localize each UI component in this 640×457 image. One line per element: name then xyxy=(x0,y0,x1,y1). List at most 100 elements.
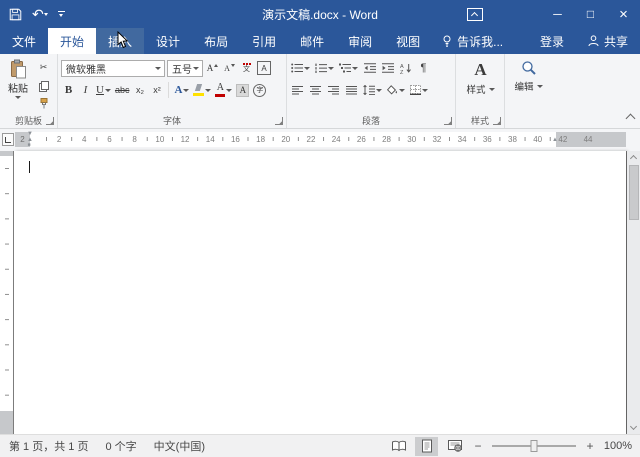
italic-button[interactable]: I xyxy=(78,83,93,98)
superscript-button[interactable]: x² xyxy=(149,83,164,98)
minimize-button[interactable]: ─ xyxy=(541,0,574,28)
styles-button[interactable]: A 样式 xyxy=(459,58,502,96)
tab-insert[interactable]: 插入 xyxy=(96,28,145,54)
horizontal-ruler[interactable]: 2 2 4 6 8 10 12 14 16 18 20 22 24 26 28 30 32 34 36 38 40 42… xyxy=(15,131,626,148)
align-right-button[interactable] xyxy=(326,83,341,98)
ruler-bar: 2 2 4 6 8 10 12 14 16 18 20 22 24 26 28 30 32 34 36 38 40 42… xyxy=(0,129,640,151)
cut-button[interactable]: ✂ xyxy=(36,60,51,75)
editing-button[interactable]: 编辑 xyxy=(508,58,549,93)
maximize-button[interactable]: □ xyxy=(574,0,607,28)
align-left-button[interactable] xyxy=(290,83,305,98)
undo-button[interactable]: ↶ xyxy=(32,4,48,24)
character-border-button[interactable]: A xyxy=(256,61,272,76)
read-mode-icon xyxy=(391,440,406,452)
copy-button[interactable] xyxy=(36,78,51,93)
chevron-down-icon xyxy=(352,66,358,70)
chevron-down-icon xyxy=(488,87,495,91)
strikethrough-button[interactable]: abc xyxy=(114,83,131,98)
multilevel-list-button[interactable] xyxy=(338,61,359,76)
scrollbar-thumb[interactable] xyxy=(629,165,639,220)
close-button[interactable]: × xyxy=(607,0,640,28)
tab-file[interactable]: 文件 xyxy=(0,28,48,54)
customize-quick-access-button[interactable] xyxy=(57,4,65,24)
zoom-out-button[interactable]: − xyxy=(471,439,485,453)
scroll-up-icon[interactable] xyxy=(629,154,638,163)
font-name-combo[interactable]: 微软雅黑 xyxy=(61,59,165,77)
shading-button[interactable] xyxy=(386,83,406,98)
enclose-characters-button[interactable]: 字 xyxy=(252,83,267,98)
read-mode-button[interactable] xyxy=(387,437,410,456)
shrink-font-button[interactable]: A xyxy=(222,61,237,76)
line-spacing-button[interactable] xyxy=(362,83,383,98)
tab-view[interactable]: 视图 xyxy=(384,28,432,54)
subscript-button[interactable]: x₂ xyxy=(132,83,147,98)
decrease-indent-button[interactable] xyxy=(362,61,377,76)
person-icon xyxy=(588,35,599,47)
borders-button[interactable] xyxy=(409,83,429,98)
grow-font-button[interactable]: A xyxy=(205,61,220,76)
vertical-ruler[interactable] xyxy=(0,151,13,434)
sort-button[interactable]: AZ xyxy=(398,61,413,76)
zoom-slider-thumb[interactable] xyxy=(530,440,538,452)
underline-button[interactable]: U xyxy=(95,83,112,98)
font-size-combo[interactable]: 五号 xyxy=(167,59,203,77)
tab-layout[interactable]: 布局 xyxy=(192,28,240,54)
save-button[interactable] xyxy=(9,4,22,24)
tell-me-label: 告诉我... xyxy=(457,34,504,49)
tab-bar-spacer xyxy=(513,28,528,54)
paint-bucket-icon xyxy=(387,85,397,95)
clipboard-dialog-launcher[interactable] xyxy=(46,117,54,125)
show-hide-marks-button[interactable]: ¶ xyxy=(416,61,431,76)
tab-selector-button[interactable] xyxy=(2,133,14,146)
tell-me-box[interactable]: 告诉我... xyxy=(432,28,513,54)
tab-mailings[interactable]: 邮件 xyxy=(288,28,336,54)
bullets-icon xyxy=(291,63,303,73)
increase-indent-icon xyxy=(381,63,394,73)
word-count[interactable]: 0 个字 xyxy=(105,438,136,454)
align-center-button[interactable] xyxy=(308,83,323,98)
format-painter-button[interactable] xyxy=(36,96,51,111)
text-highlight-button[interactable] xyxy=(192,83,212,98)
document-page[interactable] xyxy=(14,151,626,434)
character-shading-button[interactable]: A xyxy=(235,83,250,98)
vertical-scrollbar[interactable] xyxy=(627,151,640,434)
paragraph-dialog-launcher[interactable] xyxy=(444,117,452,125)
right-indent-marker[interactable]: ▲ xyxy=(552,137,558,143)
page-indicator[interactable]: 第 1 页，共 1 页 xyxy=(9,438,88,454)
font-color-button[interactable]: A xyxy=(214,83,233,98)
tab-home[interactable]: 开始 xyxy=(48,28,97,54)
chevron-down-icon xyxy=(226,88,233,92)
print-layout-button[interactable] xyxy=(415,436,438,456)
justify-button[interactable] xyxy=(344,83,359,98)
scroll-down-icon[interactable] xyxy=(629,422,638,431)
web-layout-icon xyxy=(447,440,462,452)
status-bar: 第 1 页，共 1 页 0 个字 中文(中国) − + 100% xyxy=(0,434,640,457)
ribbon-display-options-icon[interactable] xyxy=(467,7,483,21)
zoom-slider[interactable] xyxy=(492,440,576,452)
zoom-in-button[interactable]: + xyxy=(583,439,597,453)
web-layout-button[interactable] xyxy=(443,437,466,456)
text-effects-button[interactable]: A xyxy=(173,83,190,98)
collapse-ribbon-button[interactable] xyxy=(625,113,636,124)
paste-button[interactable]: 粘贴 xyxy=(3,58,33,111)
align-left-icon xyxy=(292,85,303,94)
sign-in-button[interactable]: 登录 xyxy=(528,28,576,54)
numbering-button[interactable] xyxy=(314,61,335,76)
font-group-label: 字体 xyxy=(162,116,181,126)
tab-references[interactable]: 引用 xyxy=(240,28,288,54)
zoom-level[interactable]: 100% xyxy=(602,440,632,452)
share-button[interactable]: 共享 xyxy=(576,28,640,54)
styles-dialog-launcher[interactable] xyxy=(493,117,501,125)
bullets-button[interactable] xyxy=(290,61,311,76)
tab-design[interactable]: 设计 xyxy=(144,28,192,54)
styles-button-label: 样式 xyxy=(466,85,486,96)
line-spacing-icon xyxy=(363,85,375,95)
borders-icon xyxy=(410,85,421,95)
left-indent-marker[interactable]: ■ xyxy=(28,143,31,148)
font-dialog-launcher[interactable] xyxy=(275,117,283,125)
bold-button[interactable]: B xyxy=(61,83,76,98)
language-indicator[interactable]: 中文(中国) xyxy=(154,438,205,454)
tab-review[interactable]: 审阅 xyxy=(336,28,384,54)
phonetic-guide-button[interactable]: 文 xyxy=(239,61,254,76)
increase-indent-button[interactable] xyxy=(380,61,395,76)
